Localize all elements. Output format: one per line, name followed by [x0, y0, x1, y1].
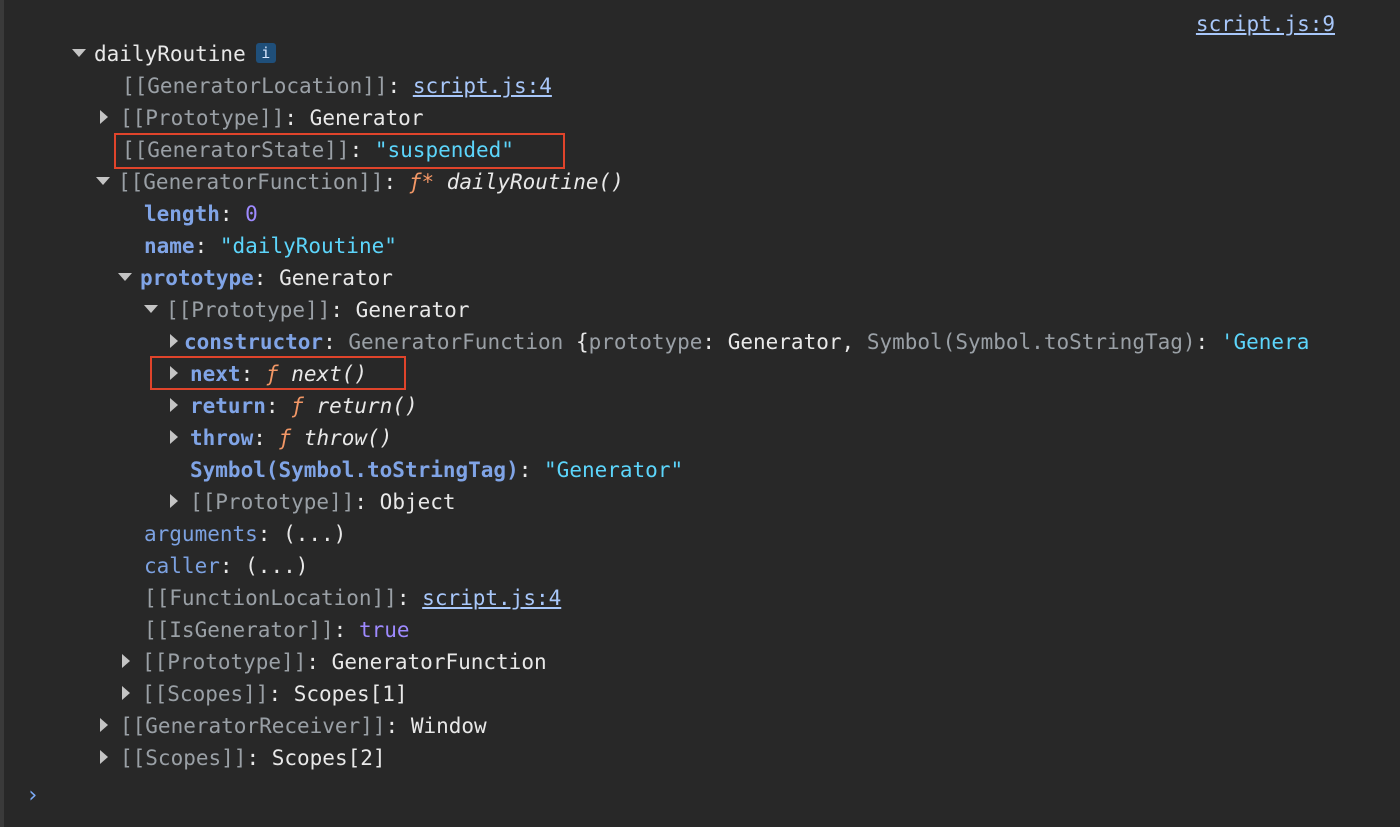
separator: : [387, 74, 413, 98]
property-value: Scopes[1] [293, 682, 408, 706]
tree-row-prototype-generatorfunction[interactable]: [[Prototype]]: GeneratorFunction [120, 646, 547, 678]
property-key: length [144, 202, 220, 226]
root-name: dailyRoutine [94, 42, 246, 66]
collapsed-triangle-icon[interactable] [122, 654, 130, 668]
tree-row-scopes-2[interactable]: [[Scopes]]: Scopes[2] [98, 742, 386, 774]
function-prefix: ƒ [278, 426, 292, 450]
property-key: [[GeneratorLocation]] [122, 74, 388, 98]
symbol-tag-value: "Generator" [544, 458, 684, 482]
name-value: "dailyRoutine" [219, 234, 397, 258]
function-prefix: ƒ* [408, 170, 435, 194]
property-value: Window [410, 714, 487, 738]
tree-row-caller[interactable]: caller: (...) [144, 550, 308, 582]
property-key: [[Prototype]] [166, 298, 331, 322]
property-value: GeneratorFunction [331, 650, 547, 674]
devtools-console: script.js:9 dailyRoutine i [[GeneratorLoc… [0, 0, 1400, 827]
constructor-class: GeneratorFunction [348, 330, 564, 354]
expand-triangle-icon[interactable] [144, 305, 158, 313]
collapsed-triangle-icon[interactable] [100, 718, 108, 732]
tree-row-length: length: 0 [144, 202, 258, 226]
expand-triangle-icon[interactable] [72, 49, 86, 57]
collapsed-triangle-icon[interactable] [170, 430, 178, 444]
function-prefix: ƒ [291, 394, 304, 418]
lazy-value[interactable]: (...) [283, 522, 346, 546]
expand-triangle-icon[interactable] [118, 273, 132, 281]
property-key: [[Prototype]] [190, 490, 355, 514]
property-key: [[GeneratorReceiver]] [120, 714, 386, 738]
function-signature: dailyRoutine() [446, 170, 624, 194]
property-key: constructor [184, 330, 324, 354]
tree-row-throw[interactable]: throw: ƒ throw() [168, 422, 392, 454]
tree-row-name: name: "dailyRoutine" [144, 234, 397, 258]
property-key: [[Prototype]] [120, 106, 285, 130]
property-key: [[Prototype]] [142, 650, 307, 674]
property-key: prototype [140, 266, 254, 290]
collapsed-triangle-icon[interactable] [100, 110, 108, 124]
is-generator-value: true [358, 618, 410, 642]
property-key: return [190, 394, 266, 418]
tree-row-prototype[interactable]: [[Prototype]]: Generator [98, 102, 423, 134]
property-value: Generator [355, 298, 470, 322]
expand-triangle-icon[interactable] [96, 177, 110, 185]
function-signature: throw() [303, 426, 393, 450]
tree-root-daily-routine[interactable]: dailyRoutine i [72, 38, 276, 70]
collapsed-triangle-icon[interactable] [170, 398, 178, 412]
function-location-link[interactable]: script.js:4 [422, 586, 561, 610]
property-key: arguments [144, 522, 258, 546]
tree-row-return[interactable]: return: ƒ return() [168, 390, 418, 422]
source-link[interactable]: script.js:9 [1196, 12, 1335, 36]
property-key: [[IsGenerator]] [144, 618, 334, 642]
tree-row-prototype-generator[interactable]: [[Prototype]]: Generator [144, 294, 469, 326]
property-value: Scopes[2] [271, 746, 386, 770]
collapsed-triangle-icon[interactable] [122, 686, 130, 700]
generator-location-link[interactable]: script.js:4 [413, 74, 552, 98]
property-value: Object [379, 490, 456, 514]
tree-row-generator-receiver[interactable]: [[GeneratorReceiver]]: Window [98, 710, 487, 742]
property-key: [[GeneratorFunction]] [118, 170, 384, 194]
tree-row-function-location: [[FunctionLocation]]: script.js:4 [144, 586, 562, 610]
tree-row-constructor[interactable]: constructor: GeneratorFunction {prototyp… [168, 326, 1348, 358]
tree-row-symbol-tostringtag: Symbol(Symbol.toStringTag): "Generator" [190, 458, 684, 482]
tree-row-scopes-1[interactable]: [[Scopes]]: Scopes[1] [120, 678, 408, 710]
property-value: Generator [309, 106, 424, 130]
highlight-box-next [150, 356, 406, 390]
property-key: [[Scopes]] [142, 682, 269, 706]
console-left-border [0, 0, 4, 827]
collapsed-triangle-icon[interactable] [170, 494, 178, 508]
lazy-value[interactable]: (...) [245, 554, 308, 578]
function-signature: return() [316, 394, 418, 418]
tree-row-prototype-object[interactable]: [[Prototype]]: Object [168, 486, 456, 518]
property-value: Generator [279, 266, 393, 290]
length-value: 0 [245, 202, 258, 226]
property-key: caller [144, 554, 220, 578]
tree-row-generator-location: [[GeneratorLocation]]: script.js:4 [122, 70, 552, 102]
console-prompt-icon[interactable]: › [26, 783, 39, 808]
highlight-box-generator-state [114, 133, 565, 169]
info-icon[interactable]: i [255, 43, 276, 63]
tree-row-arguments[interactable]: arguments: (...) [144, 518, 346, 550]
property-key: throw [190, 426, 254, 450]
property-key: [[FunctionLocation]] [144, 586, 397, 610]
property-key: Symbol(Symbol.toStringTag) [190, 458, 519, 482]
collapsed-triangle-icon[interactable] [170, 334, 178, 348]
property-key: [[Scopes]] [120, 746, 247, 770]
collapsed-triangle-icon[interactable] [100, 750, 108, 764]
tree-row-generator-function[interactable]: [[GeneratorFunction]]: ƒ* dailyRoutine() [96, 166, 624, 198]
tree-row-prototype-own[interactable]: prototype: Generator [118, 262, 393, 294]
property-key: name [144, 234, 195, 258]
tree-row-is-generator: [[IsGenerator]]: true [144, 618, 410, 642]
